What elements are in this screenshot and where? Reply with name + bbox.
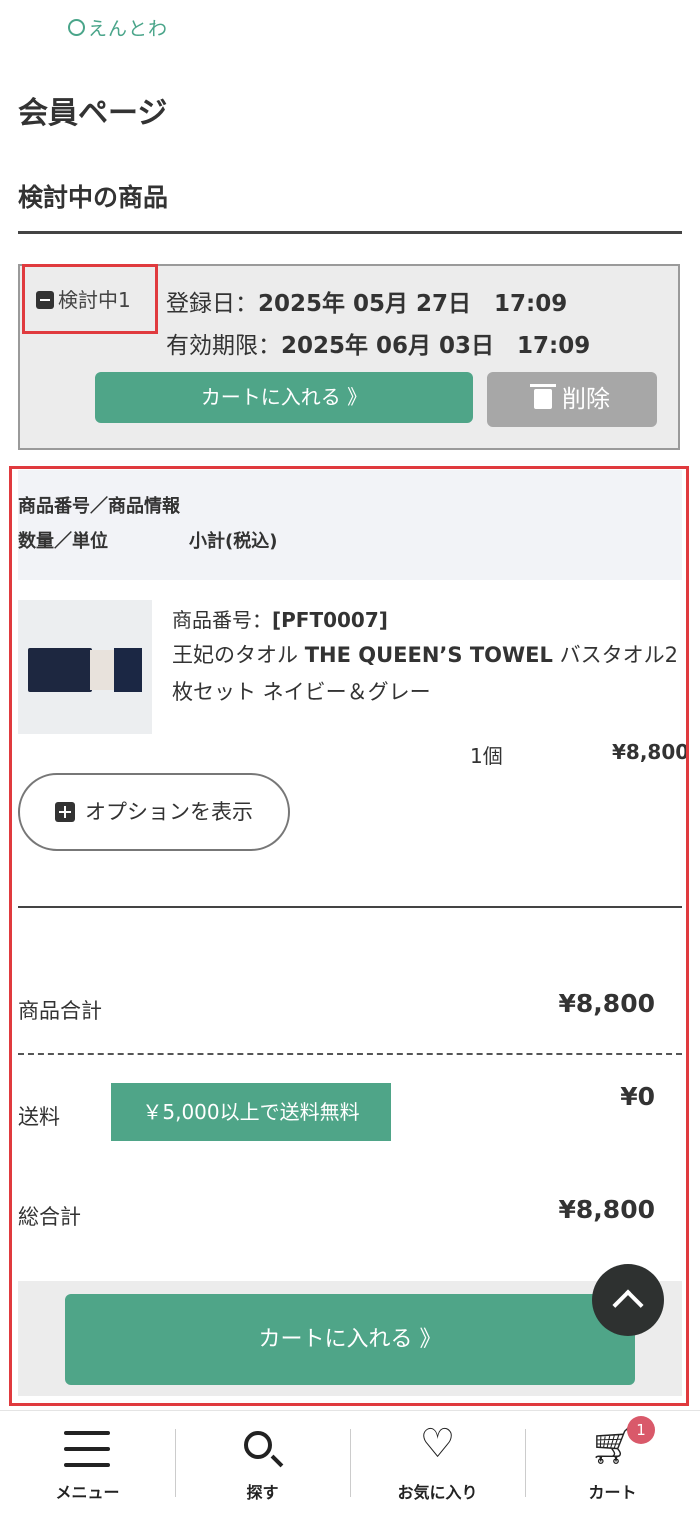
section-title: 検討中の商品 (18, 183, 169, 212)
cart-icon: 🛒︎ (589, 1426, 636, 1467)
logo-text: えんとわ (88, 18, 169, 40)
nav-menu-label: メニュー (55, 1483, 120, 1502)
cart-section-highlight (9, 466, 689, 1406)
section-divider (18, 231, 682, 234)
registered-date: 登録日：2025年 05月 27日 17:09 (166, 284, 567, 318)
bottom-nav: メニュー 探す ♡ お気に入り 🛒︎ カート (0, 1410, 700, 1516)
expiry-date: 有効期限：2025年 06月 03日 17:09 (166, 326, 590, 360)
status-highlight (22, 264, 158, 334)
nav-search-label: 探す (246, 1483, 279, 1502)
logo-ring-icon (68, 19, 85, 36)
expiry-label: 有効期限： (166, 333, 281, 359)
registered-label: 登録日： (166, 291, 258, 317)
hamburger-icon (64, 1431, 110, 1467)
nav-favorites-label: お気に入り (397, 1483, 478, 1502)
page-title: 会員ページ (18, 96, 168, 131)
nav-cart-label: カート (588, 1483, 637, 1502)
nav-menu[interactable]: メニュー (0, 1411, 175, 1516)
nav-favorites[interactable]: ♡ お気に入り (350, 1411, 525, 1516)
delete-button[interactable]: 削除 (487, 372, 657, 427)
trash-icon (530, 384, 556, 409)
delete-label: 削除 (562, 385, 610, 413)
site-logo[interactable]: えんとわ (68, 14, 168, 41)
expiry-value: 2025年 06月 03日 17:09 (281, 333, 591, 359)
heart-icon: ♡ (419, 1421, 456, 1467)
add-to-cart-button[interactable]: カートに入れる 》 (95, 372, 473, 423)
registered-value: 2025年 05月 27日 17:09 (258, 291, 568, 317)
nav-cart[interactable]: 🛒︎ カート (525, 1411, 700, 1516)
nav-search[interactable]: 探す (175, 1411, 350, 1516)
cart-count-badge: 1 (627, 1416, 655, 1444)
search-icon (244, 1431, 272, 1459)
